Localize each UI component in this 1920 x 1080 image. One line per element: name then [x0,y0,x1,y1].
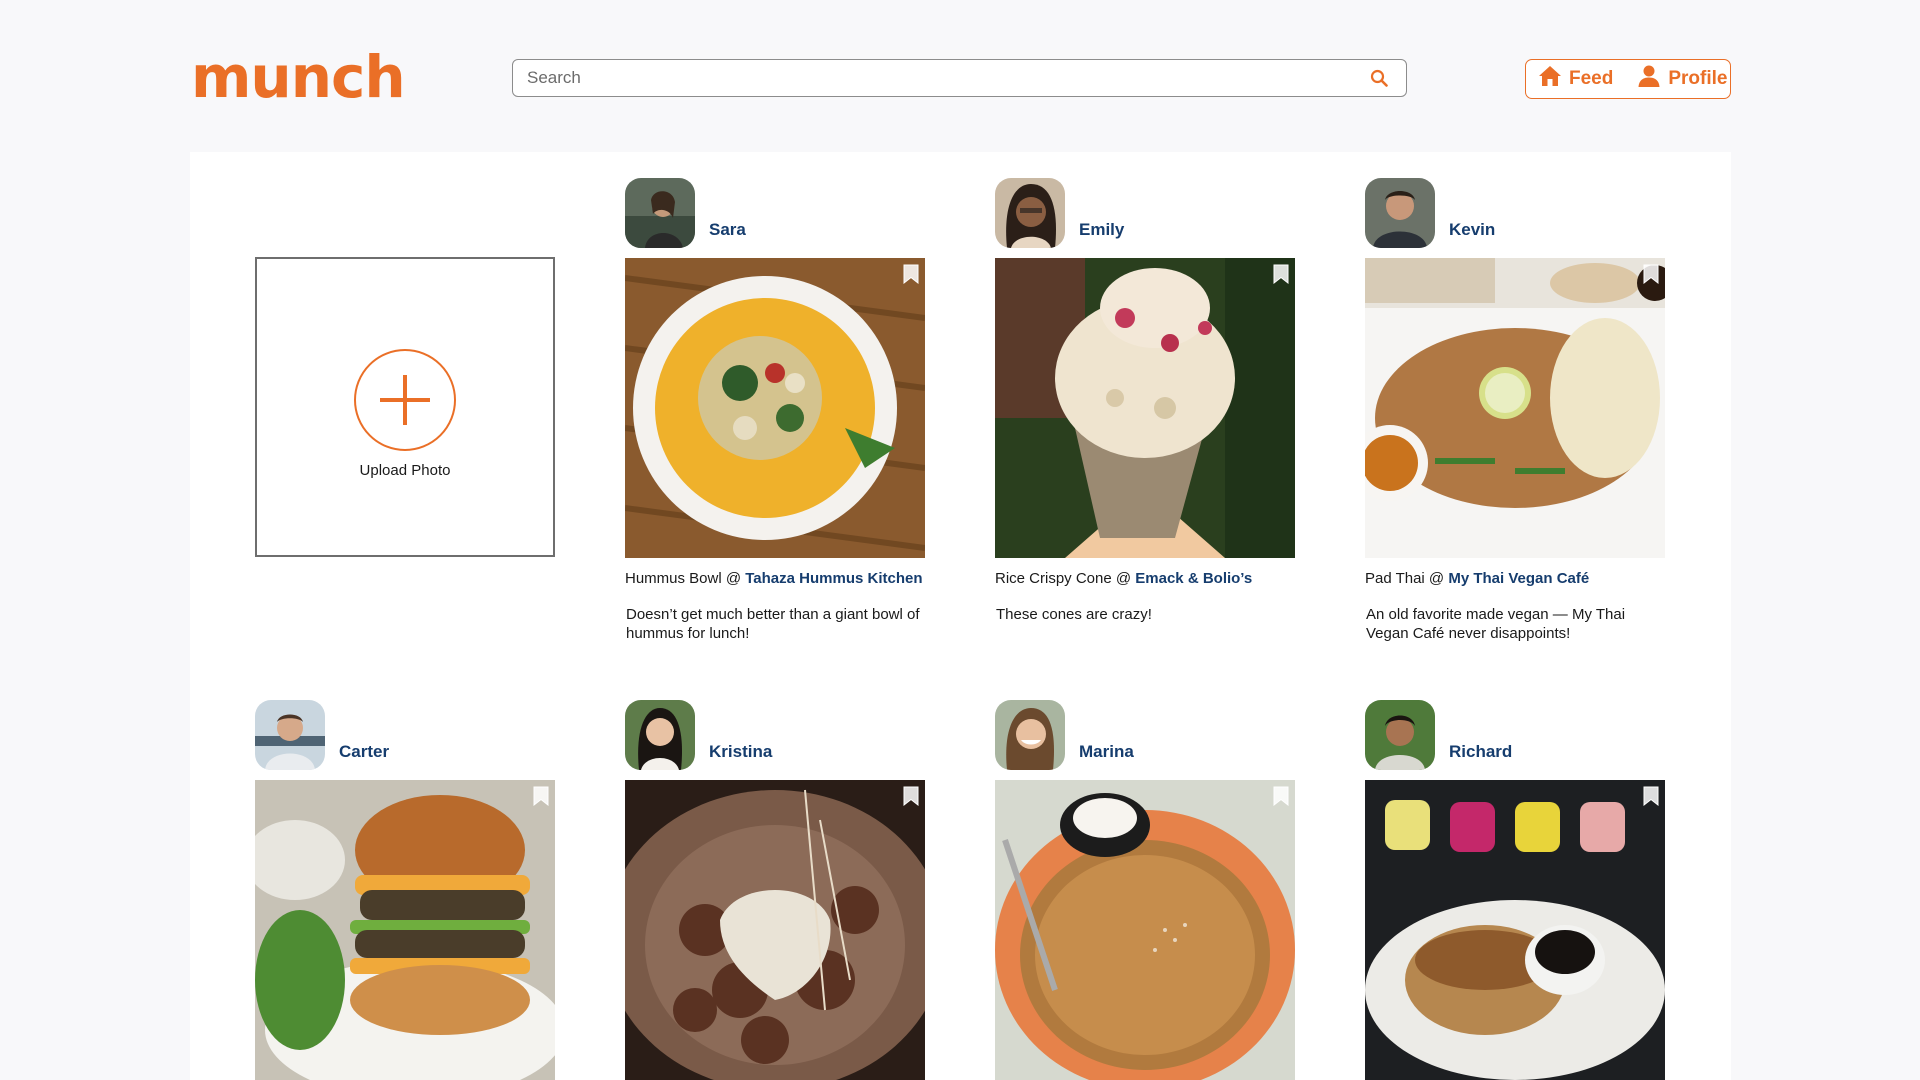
bookmark-icon[interactable] [1273,786,1289,806]
bookmark-icon[interactable] [903,264,919,284]
home-icon [1538,64,1562,94]
avatar[interactable] [1365,700,1435,770]
post-card: Emily Rice Crispy Cone @ Emack & Bolio’s… [995,178,1295,624]
search-icon[interactable] [1368,67,1390,89]
bookmark-icon[interactable] [533,786,549,806]
food-photo[interactable] [1365,258,1665,558]
post-card: Marina [995,700,1295,1080]
username[interactable]: Carter [339,742,389,762]
avatar[interactable] [625,700,695,770]
post-card: Sara Hummus Bowl @ Tahaza Hummus Kitchen… [625,178,925,643]
top-nav: Feed Profile [1525,59,1731,99]
food-photo[interactable] [625,780,925,1080]
food-photo[interactable] [995,780,1295,1080]
post-card: Kristina [625,700,925,1080]
avatar[interactable] [255,700,325,770]
dish-name: Pad Thai @ [1365,570,1449,587]
bookmark-icon[interactable] [1643,264,1659,284]
username[interactable]: Sara [709,220,746,240]
post-description: An old favorite made vegan — My Thai Veg… [1366,606,1626,642]
post-caption: Hummus Bowl @ Tahaza Hummus Kitchen [625,569,925,588]
post-card: Richard [1365,700,1665,1080]
restaurant-link[interactable]: Emack & Bolio’s [1135,570,1252,587]
search-bar[interactable] [512,59,1407,97]
avatar[interactable] [995,700,1065,770]
profile-label: Profile [1668,68,1728,89]
dish-name: Hummus Bowl @ [625,570,746,587]
restaurant-link[interactable]: Tahaza Hummus Kitchen [745,570,922,587]
food-photo[interactable] [255,780,555,1080]
search-input[interactable] [513,60,1368,96]
food-photo[interactable] [1365,780,1665,1080]
username[interactable]: Kevin [1449,220,1495,240]
food-photo[interactable] [625,258,925,558]
restaurant-link[interactable]: My Thai Vegan Café [1448,570,1589,587]
dish-name: Rice Crispy Cone @ [995,570,1136,587]
feed-button[interactable]: Feed [1526,60,1625,98]
bookmark-icon[interactable] [1643,786,1659,806]
username[interactable]: Marina [1079,742,1134,762]
avatar[interactable] [625,178,695,248]
username[interactable]: Kristina [709,742,772,762]
upload-photo-button[interactable]: Upload Photo [255,257,555,557]
post-caption: Pad Thai @ My Thai Vegan Café [1365,569,1665,588]
plus-circle-icon [354,349,456,451]
post-card: Carter [255,700,555,1080]
avatar[interactable] [995,178,1065,248]
feed-label: Feed [1569,68,1614,89]
username[interactable]: Emily [1079,220,1124,240]
post-description: These cones are crazy! [996,606,1152,623]
post-card: Kevin Pad Thai @ My Thai Vegan Café An o… [1365,178,1665,643]
bookmark-icon[interactable] [1273,264,1289,284]
username[interactable]: Richard [1449,742,1512,762]
food-photo[interactable] [995,258,1295,558]
post-caption: Rice Crispy Cone @ Emack & Bolio’s [995,569,1295,588]
profile-button[interactable]: Profile [1625,60,1739,98]
avatar[interactable] [1365,178,1435,248]
app-logo[interactable]: munch [191,48,406,106]
user-icon [1637,64,1661,94]
bookmark-icon[interactable] [903,786,919,806]
post-description: Doesn’t get much better than a giant bow… [626,606,920,642]
upload-photo-label: Upload Photo [359,462,451,479]
